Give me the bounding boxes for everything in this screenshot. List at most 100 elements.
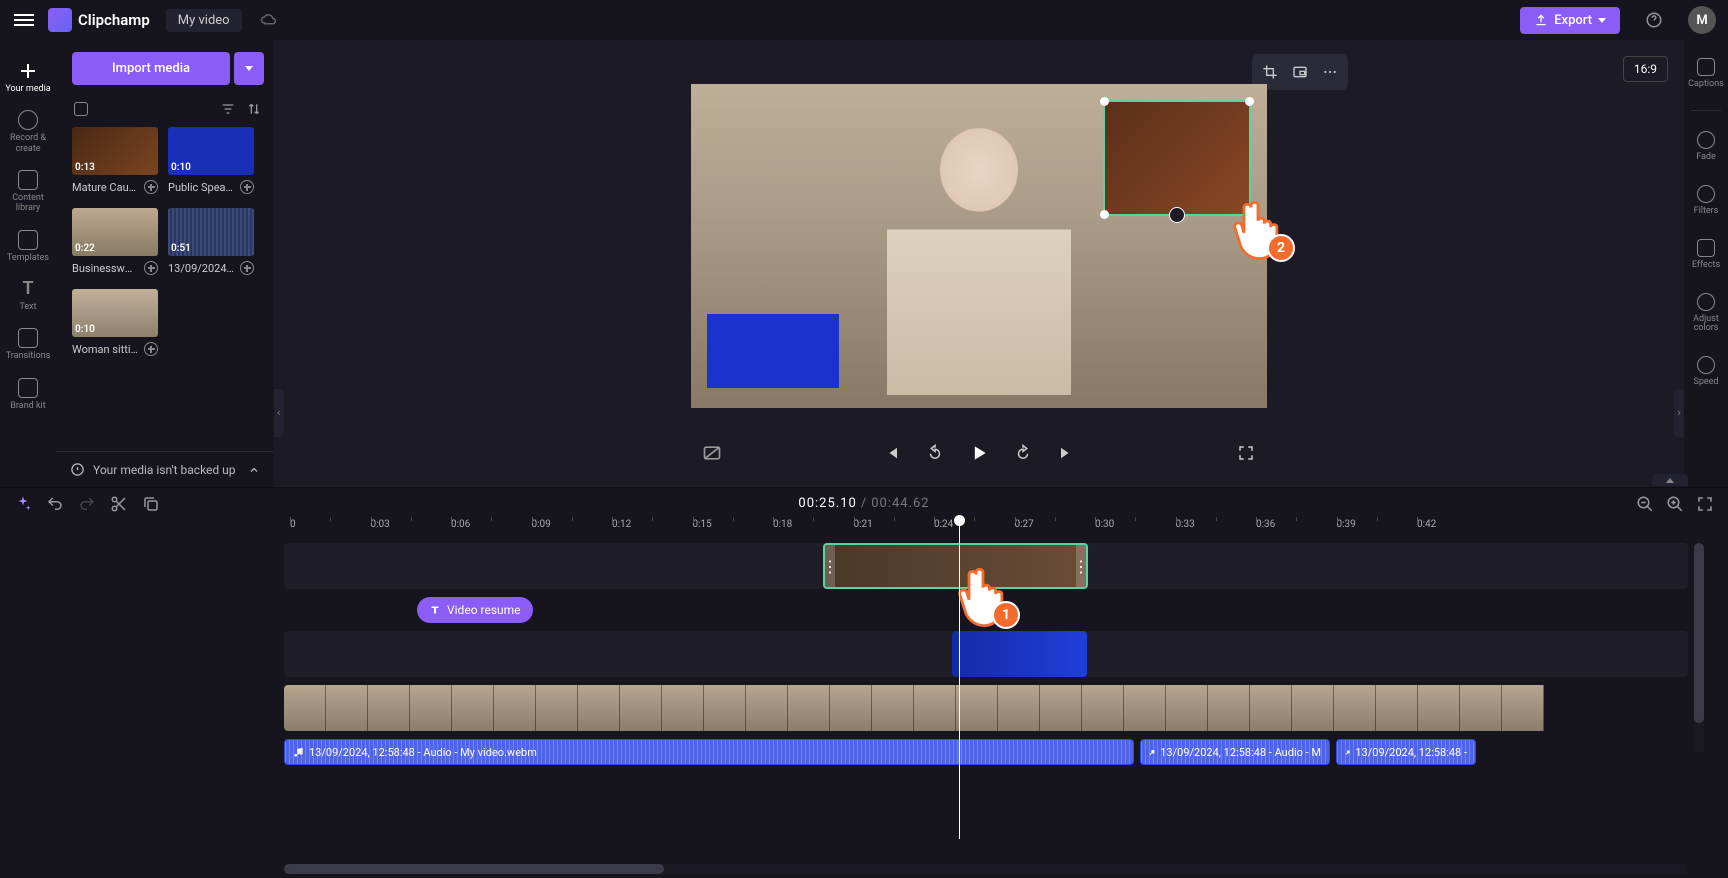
zoom-fit-icon[interactable] — [1696, 495, 1714, 513]
rewind-button[interactable] — [924, 442, 946, 464]
video-preview[interactable]: 2 — [691, 84, 1267, 408]
collapse-panel-right[interactable] — [1674, 389, 1684, 437]
nav-brand-kit[interactable]: Brand kit — [0, 371, 56, 418]
ruler-tick: 0:18 — [773, 519, 792, 530]
zoom-out-icon[interactable] — [1636, 495, 1654, 513]
playhead[interactable] — [959, 515, 960, 839]
media-thumb[interactable]: 0:10 Woman sittin… — [72, 289, 158, 356]
undo-icon[interactable] — [46, 495, 64, 513]
more-icon[interactable] — [1316, 58, 1344, 86]
import-media-dropdown[interactable] — [234, 52, 264, 85]
nav-record[interactable]: Record & create — [0, 103, 56, 161]
timeline-ruler[interactable]: 00:030:060:090:120:150:180:210:240:270:3… — [284, 519, 1728, 539]
prop-captions[interactable]: Captions — [1688, 54, 1724, 94]
crop-icon[interactable] — [1256, 58, 1284, 86]
aspect-ratio-button[interactable]: 16:9 — [1623, 56, 1668, 82]
left-nav-rail: Your media Record & create Content libra… — [0, 40, 56, 487]
timeline-track[interactable]: 13/09/2024, 12:58:48 - Audio - My video.… — [284, 739, 1688, 765]
media-thumb[interactable]: 0:13 Mature Cauc… — [72, 127, 158, 194]
nav-content-library[interactable]: Content library — [0, 163, 56, 221]
ruler-tick: 0:15 — [693, 519, 712, 530]
prop-effects[interactable]: Effects — [1692, 235, 1720, 275]
cloud-sync-icon[interactable] — [260, 11, 278, 29]
help-icon[interactable] — [1640, 6, 1668, 34]
resize-handle[interactable] — [1100, 97, 1109, 106]
import-media-button[interactable]: Import media — [72, 52, 230, 85]
pip-icon[interactable] — [1286, 58, 1314, 86]
timeline: ⋮ ⋮ Video resume 13/09/2024, 12:58:48 - … — [0, 539, 1728, 878]
preview-pip-layer[interactable] — [707, 314, 839, 388]
vertical-scrollbar[interactable] — [1694, 543, 1704, 753]
audio-clip[interactable]: 13/09/2024, 12:58:48 - — [1336, 739, 1476, 765]
ruler-tick: 0:21 — [854, 519, 873, 530]
playback-controls — [691, 442, 1267, 464]
select-all-checkbox[interactable] — [74, 102, 88, 116]
timeline-track[interactable] — [284, 631, 1688, 677]
upload-icon — [1534, 13, 1548, 27]
scrollbar-thumb[interactable] — [1694, 543, 1704, 723]
prop-filters[interactable]: Filters — [1694, 181, 1719, 221]
resize-handle[interactable] — [1100, 210, 1109, 219]
filter-icon[interactable] — [220, 101, 236, 117]
preview-off-icon[interactable] — [701, 442, 723, 464]
audio-clip[interactable]: 13/09/2024, 12:58:48 - Audio - M — [1140, 739, 1330, 765]
ruler-tick: 0:03 — [371, 519, 390, 530]
nav-transitions[interactable]: Transitions — [0, 321, 56, 368]
clip-trim-handle[interactable]: ⋮ — [825, 545, 835, 587]
nav-templates[interactable]: Templates — [0, 223, 56, 270]
effects-icon — [1697, 239, 1715, 257]
menu-icon[interactable] — [12, 8, 36, 32]
resize-handle[interactable] — [1245, 97, 1254, 106]
avatar[interactable]: M — [1688, 6, 1716, 34]
rr-label: Speed — [1693, 378, 1718, 388]
media-thumb[interactable]: 0:10 Public Speaki… — [168, 127, 254, 194]
project-title[interactable]: My video — [166, 9, 242, 32]
zoom-in-icon[interactable] — [1666, 495, 1684, 513]
rr-label: Fade — [1696, 153, 1716, 163]
horizontal-scrollbar[interactable] — [284, 864, 1688, 874]
ai-sparkle-icon[interactable] — [14, 495, 32, 513]
skip-forward-button[interactable] — [1056, 442, 1078, 464]
audio-clip[interactable]: 13/09/2024, 12:58:48 - Audio - My video.… — [284, 739, 1134, 765]
scrollbar-thumb[interactable] — [284, 864, 664, 874]
backup-text: Your media isn't backed up — [93, 463, 236, 477]
video-clip-filmstrip[interactable] — [284, 685, 1688, 731]
export-button[interactable]: Export — [1520, 7, 1620, 34]
ruler-tick: 0:36 — [1256, 519, 1275, 530]
add-to-timeline-icon[interactable] — [144, 180, 158, 194]
filters-icon — [1697, 185, 1715, 203]
timeline-track[interactable] — [284, 685, 1688, 731]
timeline-expand-tab[interactable] — [1652, 474, 1688, 486]
collapse-panel-left[interactable] — [274, 389, 284, 437]
nav-your-media[interactable]: Your media — [0, 54, 56, 101]
redo-icon[interactable] — [78, 495, 96, 513]
fullscreen-button[interactable] — [1235, 442, 1257, 464]
rotate-handle[interactable] — [1169, 207, 1185, 223]
add-to-timeline-icon[interactable] — [240, 261, 254, 275]
forward-button[interactable] — [1012, 442, 1034, 464]
add-to-timeline-icon[interactable] — [144, 261, 158, 275]
add-to-timeline-icon[interactable] — [240, 180, 254, 194]
tutorial-badge: 1 — [992, 601, 1020, 629]
video-clip[interactable] — [952, 631, 1087, 677]
nav-text[interactable]: TText — [0, 272, 56, 319]
templates-icon — [18, 230, 38, 250]
ruler-tick: 0:39 — [1337, 519, 1356, 530]
sort-icon[interactable] — [246, 101, 262, 117]
adjust-colors-icon — [1697, 293, 1715, 311]
media-thumb[interactable]: 0:22 Businesswoman … — [72, 208, 158, 275]
media-thumb[interactable]: 0:51 13/09/2024, 1… — [168, 208, 254, 275]
backup-status[interactable]: Your media isn't backed up — [56, 451, 274, 487]
skip-back-button[interactable] — [880, 442, 902, 464]
play-button[interactable] — [968, 442, 990, 464]
prop-speed[interactable]: Speed — [1693, 352, 1718, 392]
info-icon — [70, 462, 85, 477]
text-clip[interactable]: Video resume — [417, 597, 533, 623]
prop-adjust-colors[interactable]: Adjust colors — [1684, 289, 1728, 339]
prop-fade[interactable]: Fade — [1696, 127, 1716, 167]
captions-icon — [1697, 58, 1715, 76]
add-to-timeline-icon[interactable] — [144, 342, 158, 356]
split-icon[interactable] — [110, 495, 128, 513]
clip-trim-handle[interactable]: ⋮ — [1076, 545, 1086, 587]
duplicate-icon[interactable] — [142, 495, 160, 513]
